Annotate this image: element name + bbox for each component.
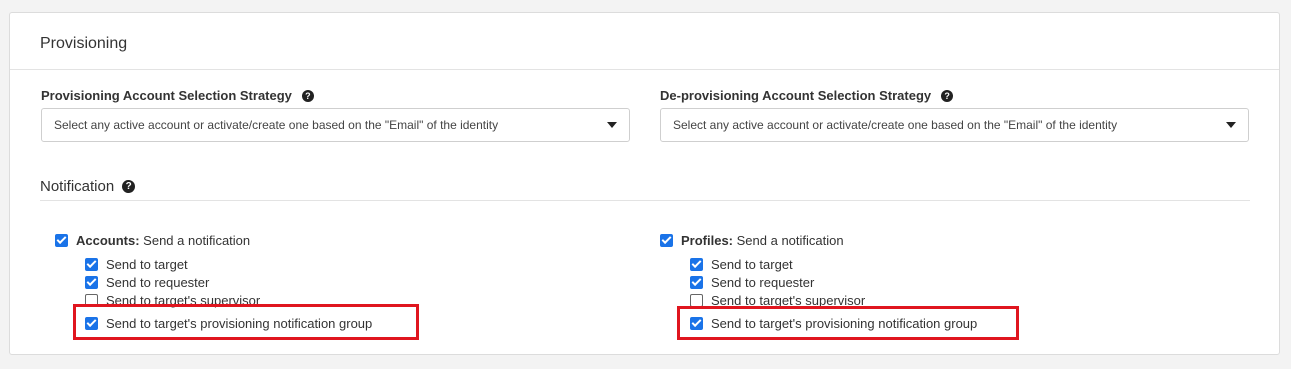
provisioning-strategy-value: Select any active account or activate/cr… — [54, 118, 499, 132]
notification-title-text: Notification — [40, 178, 115, 195]
provisioning-strategy-label: Provisioning Account Selection Strategy … — [41, 88, 314, 103]
profiles-send-to-requester[interactable]: Send to requester — [690, 275, 814, 290]
accounts-send-to-supervisor[interactable]: Send to target's supervisor — [85, 293, 260, 308]
list-item-label: Send to target's provisioning notificati… — [106, 316, 373, 331]
help-icon[interactable]: ? — [941, 89, 954, 102]
checkbox-checked[interactable] — [690, 317, 703, 330]
checkbox-checked[interactable] — [85, 276, 98, 289]
list-item-label: Send to requester — [711, 275, 815, 290]
list-item-label: Send to target's provisioning notificati… — [711, 316, 978, 331]
help-icon[interactable]: ? — [301, 89, 314, 102]
accounts-notification-checkbox[interactable]: Accounts: Send a notification — [55, 233, 250, 248]
profiles-send-to-target[interactable]: Send to target — [690, 257, 793, 272]
deprovisioning-strategy-label: De-provisioning Account Selection Strate… — [660, 88, 954, 103]
checkbox-checked[interactable] — [85, 258, 98, 271]
profiles-notification-checkbox[interactable]: Profiles: Send a notification — [660, 233, 844, 248]
accounts-label-rest: Send a notification — [139, 233, 251, 248]
list-item-label: Send to requester — [106, 275, 210, 290]
help-icon[interactable]: ? — [122, 180, 136, 193]
checkbox-unchecked[interactable] — [85, 294, 98, 307]
checkbox-checked[interactable] — [55, 234, 68, 247]
chevron-down-icon — [1226, 122, 1236, 128]
checkbox-unchecked[interactable] — [690, 294, 703, 307]
profiles-label-bold: Profiles: — [681, 233, 734, 248]
list-item-label: Send to target — [711, 257, 793, 272]
provisioning-card: Provisioning Provisioning Account Select… — [9, 12, 1280, 355]
checkbox-checked[interactable] — [690, 258, 703, 271]
accounts-send-to-provisioning-group[interactable]: Send to target's provisioning notificati… — [85, 314, 373, 333]
profiles-send-to-provisioning-group[interactable]: Send to target's provisioning notificati… — [690, 314, 978, 333]
list-item-label: Send to target's supervisor — [106, 293, 261, 308]
accounts-label-bold: Accounts: — [76, 233, 140, 248]
checkbox-checked[interactable] — [85, 317, 98, 330]
divider — [40, 200, 1250, 201]
checkbox-checked[interactable] — [690, 276, 703, 289]
list-item-label: Send to target's supervisor — [711, 293, 866, 308]
provisioning-strategy-select[interactable]: Select any active account or activate/cr… — [41, 108, 630, 142]
provisioning-strategy-label-text: Provisioning Account Selection Strategy — [41, 88, 292, 103]
accounts-send-to-requester[interactable]: Send to requester — [85, 275, 209, 290]
list-item-label: Send to target — [106, 257, 188, 272]
chevron-down-icon — [607, 122, 617, 128]
profiles-notification-label: Profiles: Send a notification — [681, 233, 844, 248]
card-title: Provisioning — [40, 35, 128, 52]
accounts-send-to-target[interactable]: Send to target — [85, 257, 188, 272]
checkbox-checked[interactable] — [660, 234, 673, 247]
accounts-notification-label: Accounts: Send a notification — [76, 233, 250, 248]
divider — [10, 69, 1279, 70]
deprovisioning-strategy-select[interactable]: Select any active account or activate/cr… — [660, 108, 1249, 142]
profiles-send-to-supervisor[interactable]: Send to target's supervisor — [690, 293, 865, 308]
deprovisioning-strategy-value: Select any active account or activate/cr… — [673, 118, 1118, 132]
deprovisioning-strategy-label-text: De-provisioning Account Selection Strate… — [660, 88, 932, 103]
profiles-label-rest: Send a notification — [733, 233, 844, 248]
notification-title: Notification ? — [40, 178, 136, 195]
